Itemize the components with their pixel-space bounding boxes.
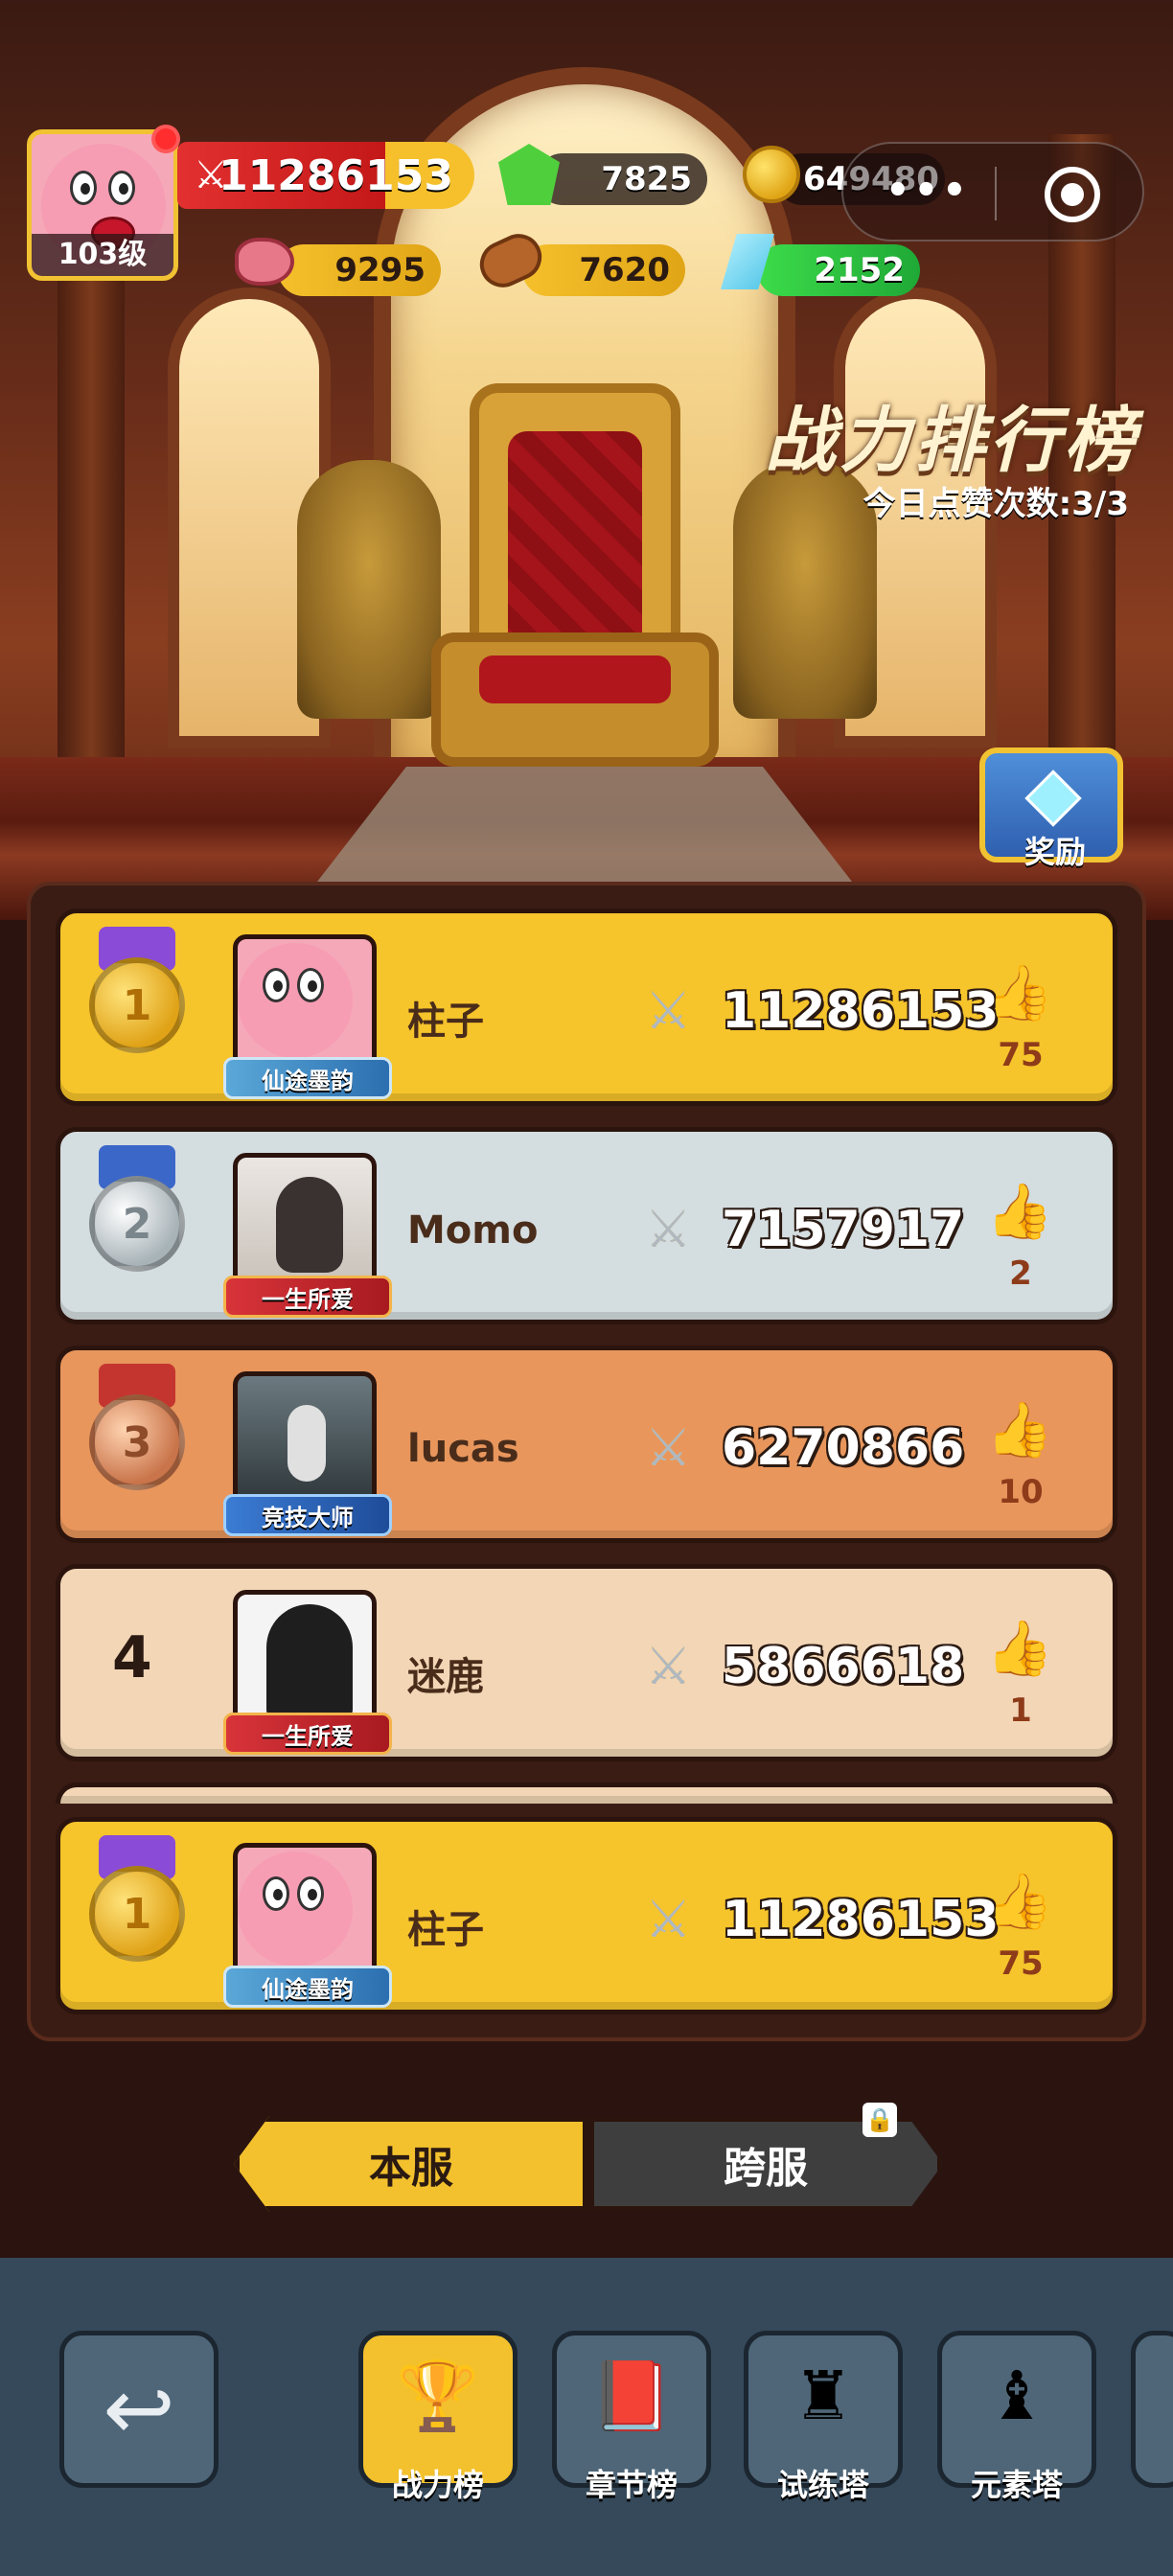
power-score: 5866618 (722, 1638, 965, 1695)
ranking-row-2[interactable]: 2 一生所爱 Momo ⚔ 7157917 👍 2 (56, 1127, 1117, 1324)
ranking-row-5-partial (56, 1782, 1117, 1804)
crossed-swords-icon: ⚔ (645, 1889, 692, 1949)
rank-number: 4 (112, 1624, 152, 1691)
crossed-swords-icon: ⚔ (645, 1636, 692, 1696)
eye-icon (297, 968, 324, 1002)
player-name: 柱子 (407, 1908, 484, 1952)
eye-icon (297, 1876, 324, 1911)
crystal-counter: 2152 (757, 244, 920, 296)
notification-dot (151, 125, 180, 153)
ranking-row-1[interactable]: 1 仙途墨韵 柱子 ⚔ 11286153 👍 75 (56, 908, 1117, 1106)
title-badge: 一生所爱 (223, 1713, 392, 1755)
wood-counter: 7620 (522, 244, 685, 296)
gold-coin-icon (743, 146, 800, 203)
lock-icon: 🔒 (862, 2103, 897, 2137)
eye-icon (263, 968, 289, 1002)
silver-medal-icon: 2 (89, 1176, 185, 1272)
pig-avatar-face (238, 943, 353, 1058)
meat-value: 9295 (334, 251, 426, 289)
statue-left (297, 460, 441, 719)
nav-element-tower-label[interactable]: 元素塔 (937, 2461, 1096, 2505)
player-name: 柱子 (407, 1000, 484, 1044)
like-count: 2 (1009, 1254, 1032, 1293)
nav-trial-tower-label[interactable]: 试练塔 (744, 2461, 903, 2505)
crossed-swords-icon: ⚔ (194, 153, 228, 197)
rank-number: 1 (122, 1889, 152, 1939)
crossed-swords-icon: ⚔ (645, 1199, 692, 1259)
book-icon: 📕 (589, 2357, 674, 2435)
reward-label[interactable]: 奖励 (993, 828, 1117, 872)
eye-icon (108, 171, 135, 205)
my-ranking-row[interactable]: 1 仙途墨韵 柱子 ⚔ 11286153 👍 75 (56, 1817, 1117, 2014)
tab-local-server[interactable]: 本服 (234, 2116, 588, 2212)
meat-icon (235, 238, 294, 286)
eye-icon (263, 1876, 289, 1911)
title-badge: 仙途墨韵 (223, 1966, 392, 2008)
mini-program-capsule: ••• (841, 142, 1144, 242)
back-button[interactable]: ↩ (59, 2331, 218, 2488)
throne-seat (431, 632, 719, 767)
tower-icon: ♜ (793, 2357, 854, 2435)
power-score: 11286153 (722, 1891, 1000, 1948)
gold-medal-icon: 1 (89, 957, 185, 1053)
server-tabs: 本服 跨服 (234, 2116, 943, 2212)
crossed-swords-icon: ⚔ (645, 980, 692, 1041)
player-name: Momo (407, 1208, 539, 1253)
bronze-medal-icon: 3 (89, 1394, 185, 1490)
power-score: 11286153 (722, 982, 1000, 1040)
gems-counter: 7825 (537, 153, 707, 205)
rank-number: 2 (122, 1199, 152, 1249)
capsule-divider (995, 167, 997, 220)
player-avatar[interactable]: 103级 (27, 129, 178, 281)
player-name: lucas (407, 1427, 519, 1471)
trophy-icon: 🏆 (396, 2357, 480, 2435)
chess-tower-icon: ♝ (986, 2357, 1047, 2435)
pig-avatar-face (238, 1852, 353, 1966)
thumbs-up-icon[interactable]: 👍 (986, 961, 1053, 1028)
crystal-value: 2152 (814, 251, 905, 289)
statue-right (733, 460, 877, 719)
rank-number: 1 (122, 980, 152, 1030)
power-value: 11286153 (218, 150, 453, 200)
likes-today-text: 今日点赞次数:3/3 (862, 485, 1129, 523)
crossed-swords-icon: ⚔ (645, 1417, 692, 1478)
meat-counter: 9295 (278, 244, 441, 296)
page-title: 战力排行榜 (765, 400, 1138, 482)
eye-icon (70, 171, 97, 205)
power-score: 7157917 (722, 1201, 965, 1258)
thumbs-up-icon[interactable]: 👍 (986, 1180, 1053, 1247)
nav-more-partial[interactable] (1131, 2331, 1173, 2488)
nav-chapter-rank-label[interactable]: 章节榜 (552, 2461, 711, 2505)
thumbs-up-icon[interactable]: 👍 (986, 1398, 1053, 1465)
gold-medal-icon: 1 (89, 1866, 185, 1962)
thumbs-up-icon[interactable]: 👍 (986, 1617, 1053, 1684)
more-menu-icon[interactable]: ••• (886, 169, 971, 213)
title-badge: 仙途墨韵 (223, 1057, 392, 1099)
wood-value: 7620 (579, 251, 670, 289)
player-level: 103级 (32, 234, 173, 276)
thumbs-up-icon[interactable]: 👍 (986, 1870, 1053, 1937)
nav-power-rank-label[interactable]: 战力榜 (358, 2461, 518, 2505)
gems-value: 7825 (601, 160, 692, 198)
rank-number: 3 (122, 1417, 152, 1467)
title-badge: 一生所爱 (223, 1276, 392, 1318)
title-badge: 竞技大师 (223, 1494, 392, 1536)
back-arrow-icon: ↩ (103, 2358, 175, 2460)
like-count: 75 (998, 1944, 1044, 1983)
close-target-icon[interactable] (1045, 167, 1100, 222)
like-count: 75 (998, 1036, 1044, 1074)
like-count: 1 (1009, 1691, 1032, 1730)
ranking-row-3[interactable]: 3 竞技大师 lucas ⚔ 6270866 👍 10 (56, 1346, 1117, 1543)
player-name: 迷鹿 (407, 1655, 484, 1699)
power-score: 6270866 (722, 1419, 965, 1477)
like-count: 10 (998, 1473, 1044, 1511)
ranking-row-4[interactable]: 4 一生所爱 迷鹿 ⚔ 5866618 👍 1 (56, 1564, 1117, 1761)
